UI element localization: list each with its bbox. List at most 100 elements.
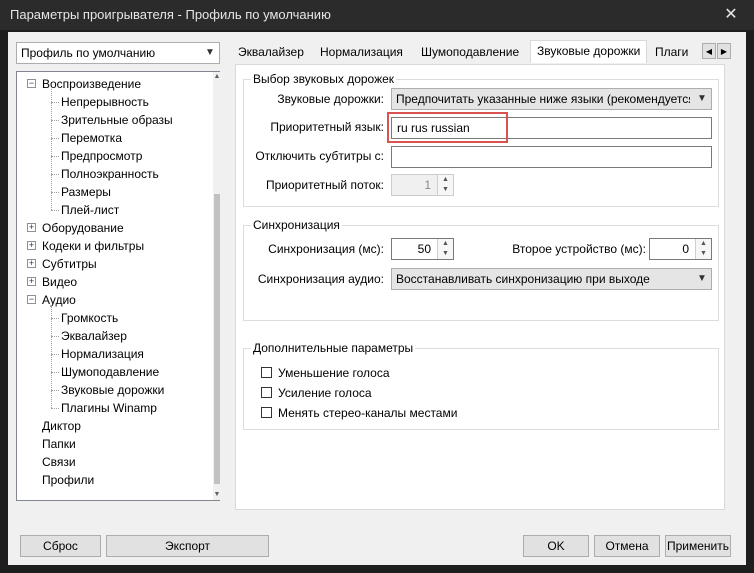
voice-reduction-label: Уменьшение голоса: [278, 366, 390, 380]
stepper-down-icon[interactable]: ▼: [437, 249, 453, 259]
tree-connector: [51, 336, 59, 337]
checkbox-box[interactable]: [261, 407, 272, 418]
expand-icon[interactable]: +: [27, 277, 36, 286]
tree-connector: [51, 102, 59, 103]
tab-scroll-left-icon[interactable]: ◀: [702, 43, 716, 59]
tree-item[interactable]: Непрерывность: [61, 93, 149, 111]
cancel-button[interactable]: Отмена: [594, 535, 660, 557]
tree-item[interactable]: Кодеки и фильтры: [42, 237, 144, 255]
tracks-mode-label: Звуковые дорожки:: [277, 92, 384, 106]
tree-item[interactable]: Шумоподавление: [61, 363, 159, 381]
second-device-stepper[interactable]: 0 ▲ ▼: [649, 238, 712, 260]
tree-item[interactable]: Полноэкранность: [61, 165, 159, 183]
export-button[interactable]: Экспорт: [106, 535, 269, 557]
tree-item-label: Воспроизведение: [42, 77, 142, 91]
settings-tree[interactable]: Воспроизведение − Непрерывность Зрительные …: [16, 71, 221, 501]
tree-item[interactable]: Субтитры: [42, 255, 97, 273]
tree-item-label: Зрительные образы: [61, 113, 173, 127]
tab-audio-tracks[interactable]: Звуковые дорожки: [530, 40, 648, 63]
tree-item[interactable]: Профили: [42, 471, 94, 489]
tree-item[interactable]: Нормализация: [61, 345, 144, 363]
title-bar: Параметры проигрывателя - Профиль по умо…: [0, 0, 754, 30]
tree-item-label: Аудио: [42, 293, 76, 307]
tree-connector: [51, 305, 52, 408]
tree-item[interactable]: Зрительные образы: [61, 111, 173, 129]
disable-subtitles-input[interactable]: [391, 146, 712, 168]
apply-button[interactable]: Применить: [665, 535, 731, 557]
tree-item[interactable]: Оборудование: [42, 219, 124, 237]
profile-select[interactable]: Профиль по умолчанию ▼: [16, 42, 220, 64]
tree-item[interactable]: Связи: [42, 453, 76, 471]
tree-item[interactable]: Аудио: [42, 291, 76, 309]
group-track-selection: Выбор звуковых дорожек Звуковые дорожки:…: [243, 72, 719, 207]
reset-button[interactable]: Сброс: [20, 535, 101, 557]
group-sync: Синхронизация Синхронизация (мс): 50 ▲ ▼ …: [243, 218, 719, 321]
tree-scrollbar[interactable]: ▲ ▼: [213, 72, 221, 500]
tree-item[interactable]: Перемотка: [61, 129, 122, 147]
tab-normalization[interactable]: Нормализация: [314, 42, 409, 62]
profile-select-value: Профиль по умолчанию: [21, 46, 156, 60]
stepper-up-icon[interactable]: ▲: [437, 175, 453, 185]
tree-connector: [51, 89, 52, 210]
swap-stereo-label: Менять стерео-каналы местами: [278, 406, 458, 420]
scroll-thumb[interactable]: [214, 194, 220, 484]
collapse-icon[interactable]: −: [27, 295, 36, 304]
tracks-mode-select[interactable]: Предпочитать указанные ниже языки (реком…: [391, 88, 712, 110]
tree-connector: [51, 210, 59, 211]
priority-stream-stepper[interactable]: 1 ▲ ▼: [391, 174, 454, 196]
tree-connector: [51, 354, 59, 355]
tree-item-label: Плей-лист: [61, 203, 120, 217]
tree-item-label: Видео: [42, 275, 78, 289]
stepper-down-icon[interactable]: ▼: [695, 249, 711, 259]
tree-item[interactable]: Плагины Winamp: [61, 399, 157, 417]
priority-stream-value: 1: [424, 178, 431, 192]
tree-item[interactable]: Плей-лист: [61, 201, 119, 219]
tab-plugins[interactable]: Плаги: [649, 42, 694, 62]
tree-item[interactable]: Видео: [42, 273, 77, 291]
tree-item[interactable]: Диктор: [42, 417, 81, 435]
stepper-up-icon[interactable]: ▲: [437, 239, 453, 249]
expand-icon[interactable]: +: [27, 259, 36, 268]
expand-icon[interactable]: +: [27, 223, 36, 232]
stepper-up-icon[interactable]: ▲: [695, 239, 711, 249]
group-track-selection-legend: Выбор звуковых дорожек: [251, 72, 397, 86]
group-sync-legend: Синхронизация: [251, 218, 342, 232]
checkbox-box[interactable]: [261, 387, 272, 398]
group-extra: Дополнительные параметры Уменьшение голо…: [243, 341, 719, 430]
tree-item[interactable]: Предпросмотр: [61, 147, 142, 165]
scroll-up-icon[interactable]: ▲: [213, 72, 221, 82]
expand-icon[interactable]: +: [27, 241, 36, 250]
stepper-down-icon[interactable]: ▼: [437, 185, 453, 195]
tree-item-label: Полноэкранность: [61, 167, 159, 181]
tree-item-label: Эквалайзер: [61, 329, 127, 343]
highlight-box: [387, 112, 508, 143]
tree-connector: [51, 120, 59, 121]
tree-item-label: Кодеки и фильтры: [42, 239, 145, 253]
tree-item-label: Нормализация: [61, 347, 144, 361]
tree-item[interactable]: Размеры: [61, 183, 111, 201]
checkbox-box[interactable]: [261, 367, 272, 378]
tree-item[interactable]: Звуковые дорожки: [61, 381, 164, 399]
audio-sync-select[interactable]: Восстанавливать синхронизацию при выходе…: [391, 268, 712, 290]
priority-stream-label: Приоритетный поток:: [265, 178, 384, 192]
tab-equalizer[interactable]: Эквалайзер: [232, 42, 310, 62]
sync-ms-stepper[interactable]: 50 ▲ ▼: [391, 238, 454, 260]
tree-connector: [51, 372, 59, 373]
tab-noise-reduction[interactable]: Шумоподавление: [415, 42, 525, 62]
close-icon[interactable]: ✕: [716, 4, 746, 26]
collapse-icon[interactable]: −: [27, 79, 36, 88]
tree-item[interactable]: Папки: [42, 435, 76, 453]
tab-scroll-right-icon[interactable]: ▶: [717, 43, 731, 59]
audio-sync-value: Восстанавливать синхронизацию при выходе: [396, 272, 650, 286]
tree-item[interactable]: Громкость: [61, 309, 118, 327]
second-device-label: Второе устройство (мс):: [512, 242, 646, 256]
scroll-down-icon[interactable]: ▼: [213, 490, 221, 500]
tree-connector: [51, 174, 59, 175]
tree-connector: [51, 318, 59, 319]
tree-item[interactable]: Воспроизведение: [42, 75, 141, 93]
tree-item[interactable]: Эквалайзер: [61, 327, 127, 345]
tree-item-label: Диктор: [42, 419, 81, 433]
voice-boost-label: Усиление голоса: [278, 386, 372, 400]
ok-button[interactable]: OK: [523, 535, 589, 557]
options-window: Параметры проигрывателя - Профиль по умо…: [0, 0, 754, 573]
